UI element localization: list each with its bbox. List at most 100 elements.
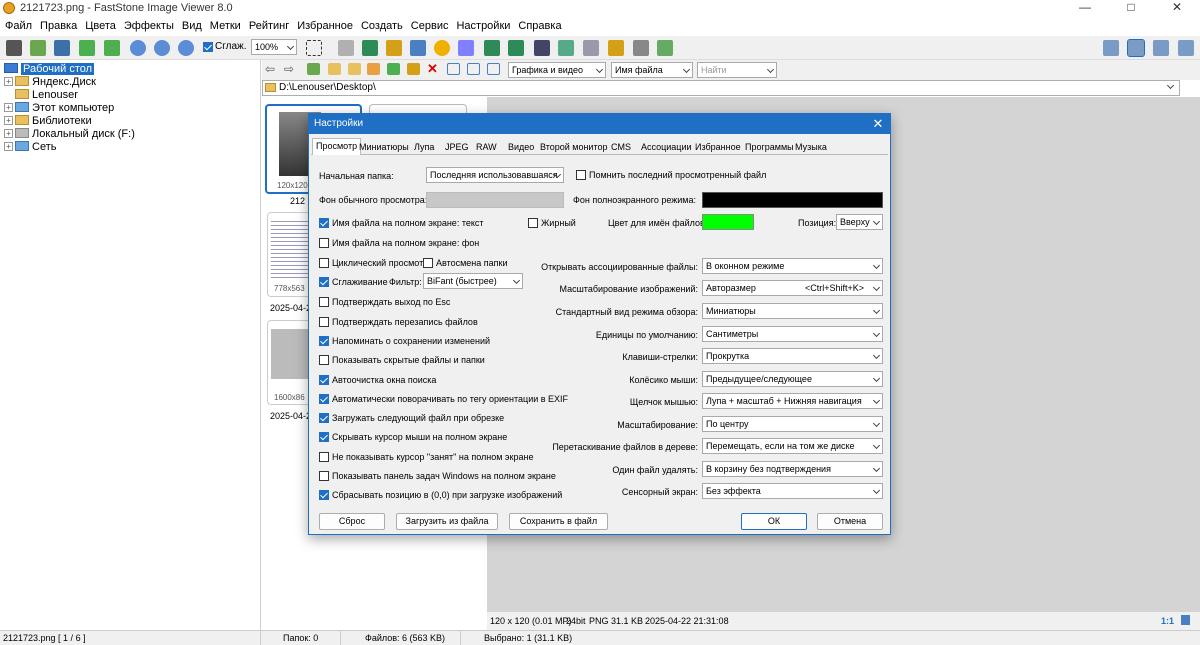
load-from-file-button[interactable]: Загрузить из файла (396, 513, 498, 530)
menu-view[interactable]: Вид (178, 17, 206, 36)
cancel-button[interactable]: Отмена (817, 513, 883, 530)
tree-item-yandex[interactable]: + Яндекс.Диск (4, 76, 96, 89)
filename-color-swatch[interactable] (702, 214, 754, 230)
adjust-lighting-icon[interactable] (434, 40, 450, 56)
file-filter-combo[interactable]: Графика и видео (508, 62, 606, 78)
prev-image-icon[interactable] (79, 40, 95, 56)
close-window-button[interactable]: ✕ (1154, 0, 1200, 17)
tree-item-network[interactable]: + Сеть (4, 141, 56, 154)
tree-item-lenouser[interactable]: +Lenouser (4, 89, 78, 102)
filename-text-checkbox[interactable] (319, 218, 329, 228)
filename-bg-checkbox[interactable] (319, 238, 329, 248)
crop-icon[interactable] (338, 40, 354, 56)
show-taskbar-checkbox[interactable] (319, 471, 329, 481)
confirm-exit-checkbox[interactable] (319, 297, 329, 307)
view-details-icon[interactable] (487, 63, 500, 75)
ok-button[interactable]: ОК (741, 513, 807, 530)
tab-associations[interactable]: Ассоциации (641, 140, 692, 155)
remind-save-checkbox[interactable] (319, 336, 329, 346)
actual-size-icon[interactable] (178, 40, 194, 56)
touch-screen-combo[interactable]: Без эффекта (702, 483, 883, 499)
back-arrow-icon[interactable]: ⇦ (265, 62, 275, 76)
dialog-close-icon[interactable]: ✕ (870, 115, 886, 133)
cyclic-checkbox[interactable] (319, 258, 329, 268)
mouse-wheel-combo[interactable]: Предыдущее/следующее (702, 371, 883, 387)
menu-tags[interactable]: Метки (206, 17, 245, 36)
autosize-folder-checkbox[interactable] (423, 258, 433, 268)
tree-item-computer[interactable]: + Этот компьютер (4, 102, 114, 115)
mouse-click-combo[interactable]: Лупа + масштаб + Нижняя навигация (702, 393, 883, 409)
menu-settings[interactable]: Настройки (452, 17, 514, 36)
histogram-icon[interactable] (534, 40, 550, 56)
maximize-button[interactable]: □ (1108, 0, 1154, 17)
menu-help[interactable]: Справка (514, 17, 565, 36)
menu-create[interactable]: Создать (357, 17, 407, 36)
resize-icon[interactable] (362, 40, 378, 56)
save-icon[interactable] (54, 40, 70, 56)
layout-2-icon[interactable] (1127, 39, 1145, 57)
camera-icon[interactable] (6, 40, 22, 56)
search-combo[interactable]: Найти (697, 62, 777, 78)
menu-edit[interactable]: Правка (36, 17, 81, 36)
layout-1-icon[interactable] (1103, 40, 1119, 56)
red-eye-icon[interactable] (458, 40, 474, 56)
open-associated-combo[interactable]: В оконном режиме (702, 258, 883, 274)
layout-3-icon[interactable] (1153, 40, 1169, 56)
show-hidden-checkbox[interactable] (319, 355, 329, 365)
new-folder-icon[interactable] (348, 63, 361, 75)
rotate-right-icon[interactable] (508, 40, 524, 56)
sort-combo[interactable]: Имя файла (611, 62, 693, 78)
menu-rating[interactable]: Рейтинг (245, 17, 293, 36)
tab-music[interactable]: Музыка (795, 140, 827, 155)
tree-item-drive-f[interactable]: + Локальный диск (F:) (4, 128, 135, 141)
menu-colors[interactable]: Цвета (81, 17, 120, 36)
image-scaling-combo[interactable]: Авторазмер <Ctrl+Shift+K> (702, 280, 883, 296)
up-folder-icon[interactable] (307, 63, 320, 75)
tab-cms[interactable]: CMS (611, 140, 631, 155)
units-combo[interactable]: Сантиметры (702, 326, 883, 342)
tab-magnifier[interactable]: Лупа (414, 140, 434, 155)
zoom-combo[interactable]: 100% (251, 39, 297, 55)
tab-view[interactable]: Просмотр (312, 138, 362, 155)
folder-icon[interactable] (328, 63, 341, 75)
slideshow-icon[interactable] (558, 40, 574, 56)
no-busy-cursor-checkbox[interactable] (319, 452, 329, 462)
refresh-icon[interactable] (407, 63, 420, 75)
zoom-mode-combo[interactable]: По центру (702, 416, 883, 432)
move-to-icon[interactable] (387, 63, 400, 75)
bg-normal-swatch[interactable] (426, 192, 564, 208)
bold-checkbox[interactable] (528, 218, 538, 228)
tab-second-monitor[interactable]: Второй монитор (540, 140, 608, 155)
tab-video[interactable]: Видео (508, 140, 534, 155)
smoothing-checkbox[interactable] (319, 277, 329, 287)
menu-tools[interactable]: Сервис (407, 17, 453, 36)
hide-cursor-checkbox[interactable] (319, 432, 329, 442)
delete-file-combo[interactable]: В корзину без подтверждения (702, 461, 883, 477)
tree-item-libraries[interactable]: + Библиотеки (4, 115, 92, 128)
minimize-button[interactable]: — (1062, 0, 1108, 17)
wallpaper-icon[interactable] (657, 40, 673, 56)
zoom-in-icon[interactable] (130, 40, 146, 56)
autoclear-search-checkbox[interactable] (319, 375, 329, 385)
resize-canvas-icon[interactable] (386, 40, 402, 56)
colors-icon[interactable] (410, 40, 426, 56)
tree-item-desktop[interactable]: Рабочий стол (4, 63, 95, 76)
rotate-left-icon[interactable] (484, 40, 500, 56)
tab-jpeg[interactable]: JPEG (445, 140, 469, 155)
drag-files-combo[interactable]: Перемещать, если на том же диске (702, 438, 883, 454)
reset-position-checkbox[interactable] (319, 490, 329, 500)
menu-file[interactable]: Файл (0, 17, 36, 36)
browse-view-combo[interactable]: Миниатюры (702, 303, 883, 319)
fullscreen-icon[interactable] (1178, 40, 1194, 56)
reset-button[interactable]: Сброс (319, 513, 385, 530)
bg-full-swatch[interactable] (702, 192, 883, 208)
load-next-crop-checkbox[interactable] (319, 413, 329, 423)
tab-favorites[interactable]: Избранное (695, 140, 741, 155)
tab-thumbnails[interactable]: Миниатюры (359, 140, 409, 155)
confirm-overwrite-checkbox[interactable] (319, 317, 329, 327)
draw-icon[interactable] (583, 40, 599, 56)
forward-arrow-icon[interactable]: ⇨ (284, 62, 294, 76)
copy-to-icon[interactable] (367, 63, 380, 75)
zoom-out-icon[interactable] (154, 40, 170, 56)
tab-programs[interactable]: Программы (745, 140, 794, 155)
